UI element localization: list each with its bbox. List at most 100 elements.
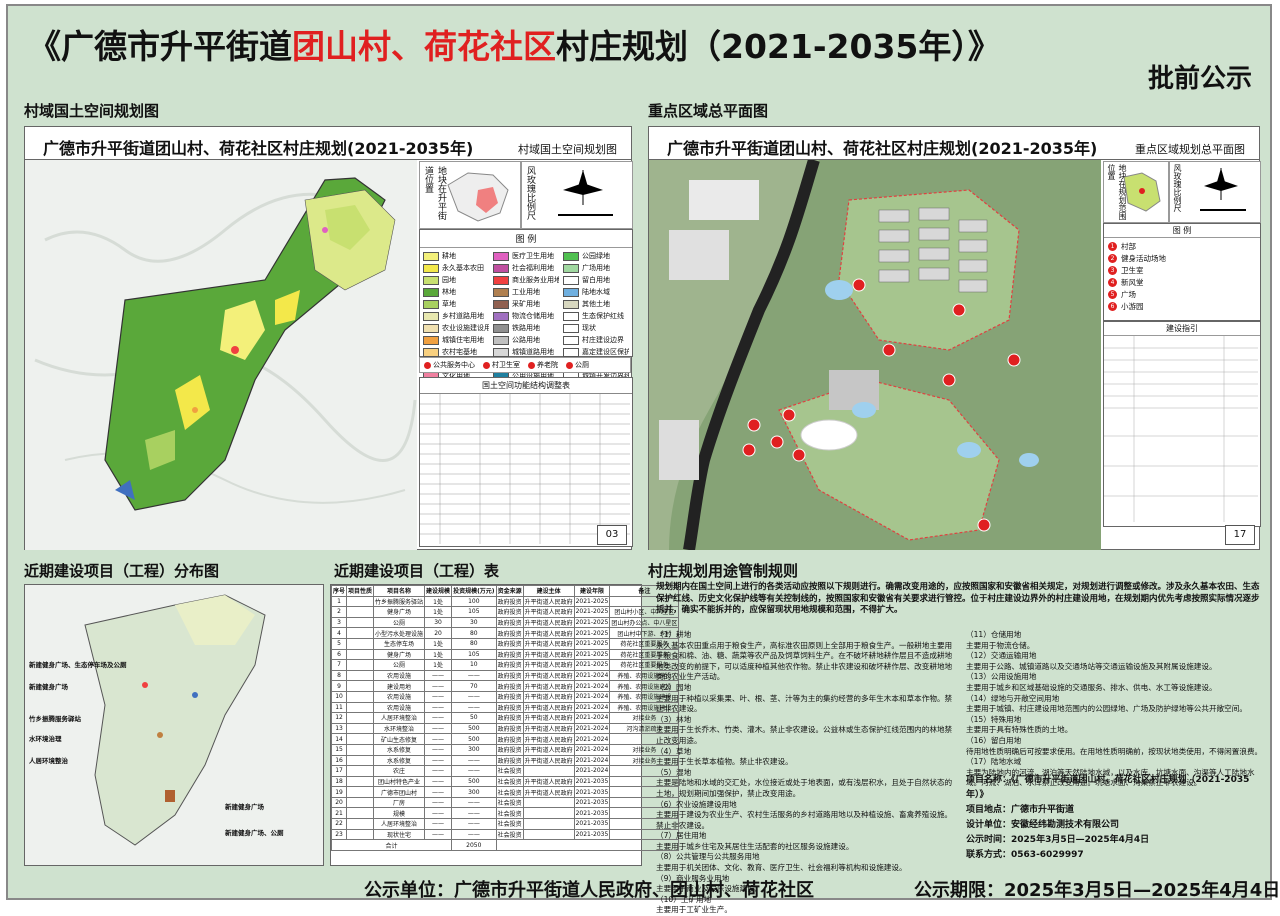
key-area-map[interactable] <box>649 160 1101 550</box>
table-cell: 升平街道人民政府 <box>522 637 575 650</box>
table-cell: —— <box>424 796 453 809</box>
legend-swatch <box>563 335 579 345</box>
near-term-label: 人居环境整治 <box>29 757 68 765</box>
table-cell <box>522 818 575 830</box>
table-cell: 2021-2024 <box>573 765 611 777</box>
key-legend-label: 健身活动场地 <box>1121 253 1166 263</box>
rule-paragraph: 待用地性质明确后可按要求使用。在用地性质明确前，按现状地类使用，不得闲置浪费。 <box>966 746 1263 756</box>
key-area-subtitle: 重点区域规划总平面图 <box>1135 143 1245 156</box>
legend-item: 农业设施建设用地 <box>423 323 489 333</box>
table-cell: —— <box>424 733 453 745</box>
table-cell <box>346 606 375 618</box>
table-cell: —— <box>451 765 497 777</box>
legend-grid: 耕地 医疗卫生用地 公园绿地 永久基本农田 社会福利用地 广场用地 园地 商业服务业用地 留白用… <box>420 248 632 396</box>
rule-paragraph: 主要用于城乡住宅及其居住生活配套的社区服务设施建设。 <box>656 841 854 851</box>
legend-label: 永久基本农田 <box>442 264 484 272</box>
table-cell: 政府投资 <box>495 616 524 629</box>
table-cell: 升平街道人民政府 <box>522 659 575 671</box>
symbol-label: 公厕 <box>575 361 589 369</box>
guide-table: 建设指引 <box>1103 321 1261 527</box>
near-term-map[interactable]: 新建健身广场、生态停车场及公厕 新建健身广场 竹乡振腾服务驿站 水环境治理 人居环境整治… <box>25 585 323 865</box>
table-row: 23 现状住宅 —— —— 社会投资 2021-2035 <box>330 828 680 841</box>
table-cell: 21 <box>330 807 348 820</box>
legend-item: 社会福利用地 <box>493 263 559 273</box>
legend-item: 现状 <box>563 323 629 333</box>
project-table-header-cell: 资金来源 <box>495 585 524 597</box>
legend-title: 图 例 <box>420 230 632 248</box>
table-cell: —— <box>424 669 453 682</box>
table-cell: 升平街道人民政府 <box>522 680 575 692</box>
table-cell: 6 <box>330 648 348 661</box>
rule-paragraph: 主要用于城乡和区域基础设施的交通服务、排水、供电、水工等设施建设。 <box>966 682 1217 692</box>
table-cell: 升平街道人民政府 <box>522 712 575 724</box>
rule-paragraph: （5）湿地 <box>656 767 692 777</box>
table-cell <box>346 828 375 841</box>
legend-item: 公园绿地 <box>563 251 629 261</box>
table-cell: —— <box>424 722 453 735</box>
table-cell: 人居环境整治 <box>373 818 426 830</box>
legend-swatch <box>423 323 439 333</box>
legend-label: 物流仓储用地 <box>512 312 554 320</box>
legend-item: 公路用地 <box>493 335 559 345</box>
table-cell: 20 <box>424 627 453 639</box>
legend-item: 医疗卫生用地 <box>493 251 559 261</box>
table-cell: 政府投资 <box>495 733 524 745</box>
table-cell: 政府投资 <box>495 690 524 703</box>
table-cell: 公厕 <box>373 616 426 629</box>
legend-item: 留白用地 <box>563 275 629 285</box>
near-term-label: 新建健身广场、公厕 <box>225 829 284 837</box>
table-cell: 4 <box>330 627 348 639</box>
rule-paragraph: （17）陆地水域 <box>966 757 1022 767</box>
table-cell <box>346 796 375 809</box>
legend-label: 农村宅基地 <box>442 348 477 356</box>
table-cell: 7 <box>330 659 348 671</box>
key-location-inset: 地块在规划范围位置 <box>1103 161 1169 223</box>
table-cell: —— <box>451 818 497 830</box>
footer: 公示单位：广德市升平街道人民政府、团山村、荷花社区 公示期限：2025年3月5日… <box>8 872 1280 902</box>
land-plan-map[interactable] <box>25 160 417 550</box>
key-legend-list: 1 村部 2 健身活动场地 3 卫生室 4 新风堂 5 广场 6 小游园 <box>1104 238 1260 314</box>
table-cell <box>522 796 575 809</box>
rule-paragraph: 永久基本农田重点用于粮食生产，高标准农田原则上全部用于粮食生产。一般耕地主要用于… <box>656 640 953 682</box>
table-cell: —— <box>424 701 453 714</box>
table-cell: 健身广场 <box>373 606 426 618</box>
table-cell: 11 <box>330 701 348 714</box>
legend-swatch <box>493 287 509 297</box>
table-cell: 升平街道人民政府 <box>522 786 575 798</box>
symbol-item: 养老院 <box>528 360 558 370</box>
table-cell: 20 <box>330 796 348 809</box>
guide-table-grid <box>1104 336 1258 522</box>
land-plan-map-svg <box>25 160 417 550</box>
legend-swatch <box>423 263 439 273</box>
table-cell: 1处 <box>424 659 453 671</box>
key-area-map-svg <box>649 160 1101 550</box>
table-cell: 团山村办公点、中八星区 <box>609 616 680 629</box>
table-cell: 300 <box>451 743 497 756</box>
table-cell: 2021-2025 <box>573 648 611 661</box>
table-cell: 社会投资 <box>495 786 524 798</box>
function-table-title: 国土空间功能结构调整表 <box>420 378 632 394</box>
legend-swatch <box>493 335 509 345</box>
table-cell: 社会投资 <box>495 818 524 830</box>
table-row: 20 厂房 —— —— 社会投资 2021-2035 <box>330 796 680 809</box>
legend-item: 工业用地 <box>493 287 559 297</box>
legend-item: 广场用地 <box>563 263 629 273</box>
rule-paragraph: （2）园地 <box>656 682 692 692</box>
table-cell: 升平街道人民政府 <box>522 606 575 618</box>
project-info: 项目名称：《广德市升平街道团山村、荷花社区村庄规划（2021-2035年）》 项… <box>966 773 1266 863</box>
legend-label: 社会福利用地 <box>512 264 554 272</box>
table-cell: 23 <box>330 828 348 841</box>
table-cell: 2021-2025 <box>573 659 611 671</box>
key-marker-icon: 2 <box>1108 253 1117 263</box>
table-cell: 农用设施 <box>373 690 426 703</box>
table-cell: 30 <box>424 616 453 629</box>
table-cell: 社会投资 <box>495 828 524 841</box>
legend-item: 陆地水域 <box>563 287 629 297</box>
table-row: 16 水系修复 —— —— 政府投资 升平街道人民政府 2021-2024 对接业务 <box>330 754 680 767</box>
table-cell: 政府投资 <box>495 680 524 692</box>
table-row: 11 农用设施 —— —— 政府投资 升平街道人民政府 2021-2024 养殖、农用设施建设 <box>330 701 680 714</box>
table-cell: 1处 <box>424 595 453 608</box>
project-table-header-cell: 建设主体 <box>522 585 575 597</box>
table-total-row: 合计 2050 <box>330 839 680 851</box>
table-cell: 2021-2024 <box>573 712 611 724</box>
